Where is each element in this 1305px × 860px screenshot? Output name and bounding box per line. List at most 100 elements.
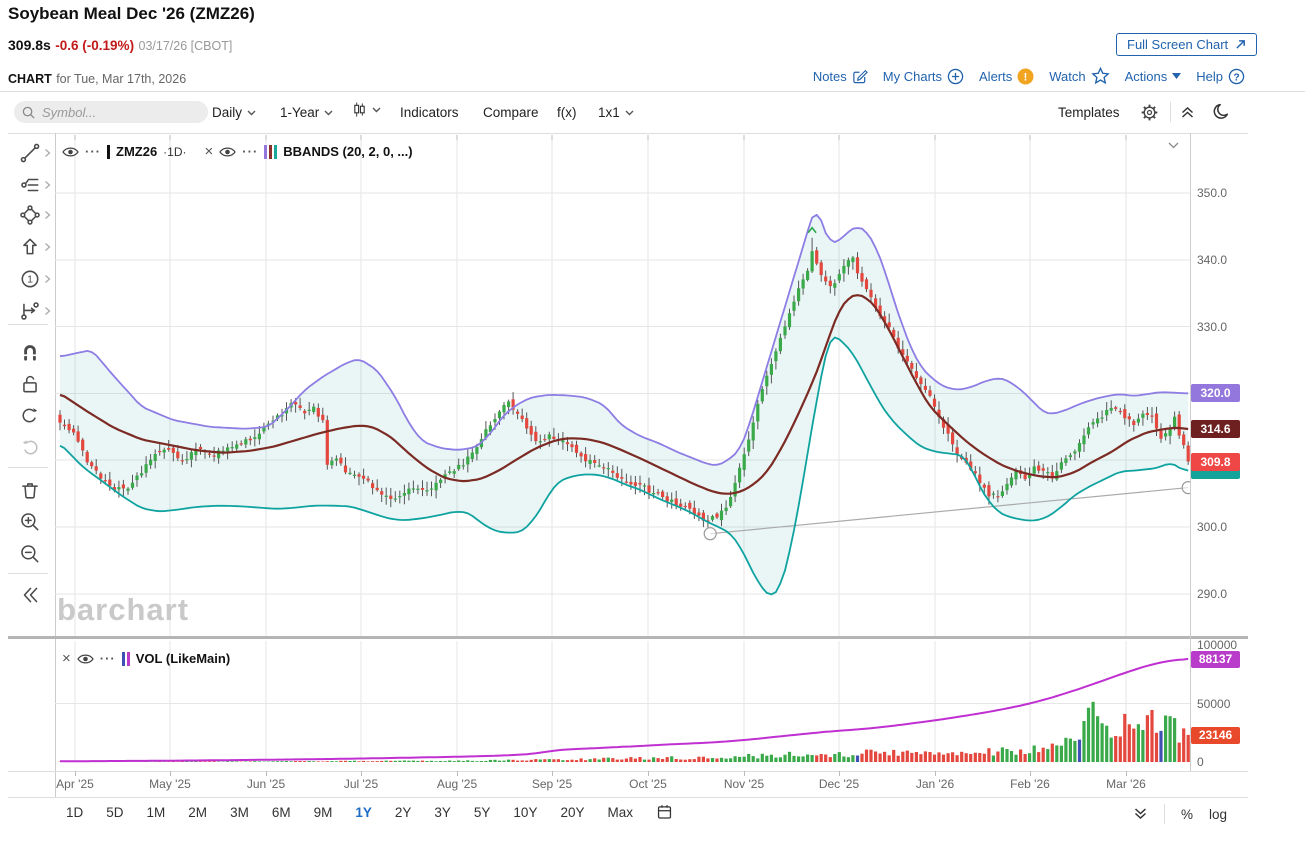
my-charts-link[interactable]: My Charts xyxy=(883,68,964,85)
price-tick-label: 300.0 xyxy=(1197,520,1227,534)
zoom-in-tool[interactable] xyxy=(19,511,41,533)
indicators-button[interactable]: Indicators xyxy=(400,105,459,120)
range-button-2y[interactable]: 2Y xyxy=(395,805,412,820)
number-annotation-tool-submenu-arrow[interactable] xyxy=(44,274,51,284)
log-scale-button[interactable]: log xyxy=(1209,807,1227,822)
more-options-icon[interactable]: ··· xyxy=(242,147,258,157)
chart-type-dropdown[interactable] xyxy=(352,101,381,119)
arrow-ne-icon xyxy=(1235,39,1246,50)
search-placeholder: Symbol... xyxy=(42,105,96,120)
range-button-20y[interactable]: 20Y xyxy=(560,805,584,820)
watch-link[interactable]: Watch xyxy=(1049,67,1109,85)
month-label: Nov '25 xyxy=(709,777,779,791)
dark-mode-toggle[interactable] xyxy=(1212,102,1230,120)
delete-tool[interactable] xyxy=(19,479,41,501)
actions-link[interactable]: Actions xyxy=(1125,69,1182,84)
close-icon[interactable]: × xyxy=(205,145,214,158)
double-chevron-down-icon[interactable] xyxy=(1133,807,1148,821)
period-dropdown[interactable]: Daily xyxy=(212,105,256,120)
range-button-9m[interactable]: 9M xyxy=(314,805,333,820)
shapes-tool-submenu-arrow[interactable] xyxy=(44,210,51,220)
volume-tick-label: 50000 xyxy=(1197,697,1230,711)
pane-resize-handle[interactable] xyxy=(8,636,1248,639)
month-label: Dec '25 xyxy=(804,777,874,791)
grid-layout-dropdown[interactable]: 1x1 xyxy=(598,105,634,120)
symbol-search-input[interactable]: Symbol... xyxy=(14,101,208,123)
redo-tool[interactable] xyxy=(19,437,41,459)
help-link[interactable]: Help ? xyxy=(1196,68,1245,85)
month-tick xyxy=(361,771,362,776)
open-interest-badge: 88137 xyxy=(1191,651,1240,668)
time-axis-border xyxy=(8,771,1248,772)
arrow-tool-submenu-arrow[interactable] xyxy=(44,242,51,252)
star-icon xyxy=(1091,67,1110,85)
measure-tool-submenu-arrow[interactable] xyxy=(44,306,51,316)
sidebar-divider xyxy=(8,467,48,468)
close-icon[interactable]: × xyxy=(62,652,71,665)
price-tick-label: 350.0 xyxy=(1197,186,1227,200)
range-label: 1-Year xyxy=(280,105,319,120)
month-tick xyxy=(552,771,553,776)
undo-tool[interactable] xyxy=(19,405,41,427)
page-title: Soybean Meal Dec '26 (ZMZ26) xyxy=(8,4,255,24)
alerts-link[interactable]: Alerts ! xyxy=(979,68,1034,85)
measure-tool[interactable] xyxy=(19,300,41,322)
compare-button[interactable]: Compare xyxy=(483,105,539,120)
toolbar-divider xyxy=(8,133,1248,134)
range-button-1d[interactable]: 1D xyxy=(66,805,83,820)
annotation-tool[interactable] xyxy=(19,174,41,196)
date-exchange: 03/17/26 [CBOT] xyxy=(139,39,233,53)
range-button-max[interactable]: Max xyxy=(607,805,633,820)
zoom-out-tool[interactable] xyxy=(19,543,41,565)
magnet-tool[interactable] xyxy=(19,341,41,363)
range-button-5d[interactable]: 5D xyxy=(106,805,123,820)
eye-icon[interactable] xyxy=(62,146,79,158)
notes-link[interactable]: Notes xyxy=(813,68,868,84)
annotation-tool-submenu-arrow[interactable] xyxy=(44,180,51,190)
chart-label: CHART xyxy=(8,72,52,86)
range-button-6m[interactable]: 6M xyxy=(272,805,291,820)
range-button-1m[interactable]: 1M xyxy=(147,805,166,820)
month-label: Feb '26 xyxy=(995,777,1065,791)
calendar-icon[interactable] xyxy=(656,803,673,821)
eye-icon[interactable] xyxy=(77,653,94,665)
double-chevron-up-icon xyxy=(1180,105,1195,119)
more-options-icon[interactable]: ··· xyxy=(85,147,101,157)
chevron-down-icon xyxy=(324,110,333,116)
moon-icon xyxy=(1212,102,1230,120)
watch-label: Watch xyxy=(1049,69,1085,84)
fx-button[interactable]: f(x) xyxy=(557,105,577,120)
chevron-down-icon xyxy=(247,110,256,116)
shapes-tool[interactable] xyxy=(19,204,41,226)
more-options-icon[interactable]: ··· xyxy=(100,654,116,664)
svg-text:?: ? xyxy=(1233,72,1239,83)
range-button-3y[interactable]: 3Y xyxy=(434,805,451,820)
number-annotation-tool[interactable]: 1 xyxy=(19,268,41,290)
main-chart-svg[interactable] xyxy=(55,135,1190,637)
range-button-5y[interactable]: 5Y xyxy=(474,805,491,820)
eye-icon[interactable] xyxy=(219,146,236,158)
month-label: Apr '25 xyxy=(40,777,110,791)
arrow-tool[interactable] xyxy=(19,236,41,258)
full-screen-chart-button[interactable]: Full Screen Chart xyxy=(1116,33,1257,56)
month-tick xyxy=(266,771,267,776)
settings-button[interactable] xyxy=(1140,103,1159,122)
alert-icon: ! xyxy=(1017,68,1034,85)
collapse-panel-button[interactable] xyxy=(1180,105,1195,119)
period-label: Daily xyxy=(212,105,242,120)
range-dropdown[interactable]: 1-Year xyxy=(280,105,333,120)
unlock-tool[interactable] xyxy=(19,373,41,395)
pane-chevron-icon[interactable] xyxy=(1168,142,1179,149)
legend-symbol: ZMZ26 xyxy=(116,144,157,159)
range-button-10y[interactable]: 10Y xyxy=(513,805,537,820)
range-button-2m[interactable]: 2M xyxy=(188,805,207,820)
templates-button[interactable]: Templates xyxy=(1058,105,1120,120)
percent-scale-button[interactable]: % xyxy=(1181,807,1193,822)
fx-label: f(x) xyxy=(557,105,577,120)
volume-tick-label: 0 xyxy=(1197,755,1204,769)
trendline-tool-submenu-arrow[interactable] xyxy=(44,148,51,158)
trendline-tool[interactable] xyxy=(19,142,41,164)
range-button-3m[interactable]: 3M xyxy=(230,805,249,820)
range-button-1y[interactable]: 1Y xyxy=(355,805,372,820)
collapse-toolbar[interactable] xyxy=(19,584,41,606)
